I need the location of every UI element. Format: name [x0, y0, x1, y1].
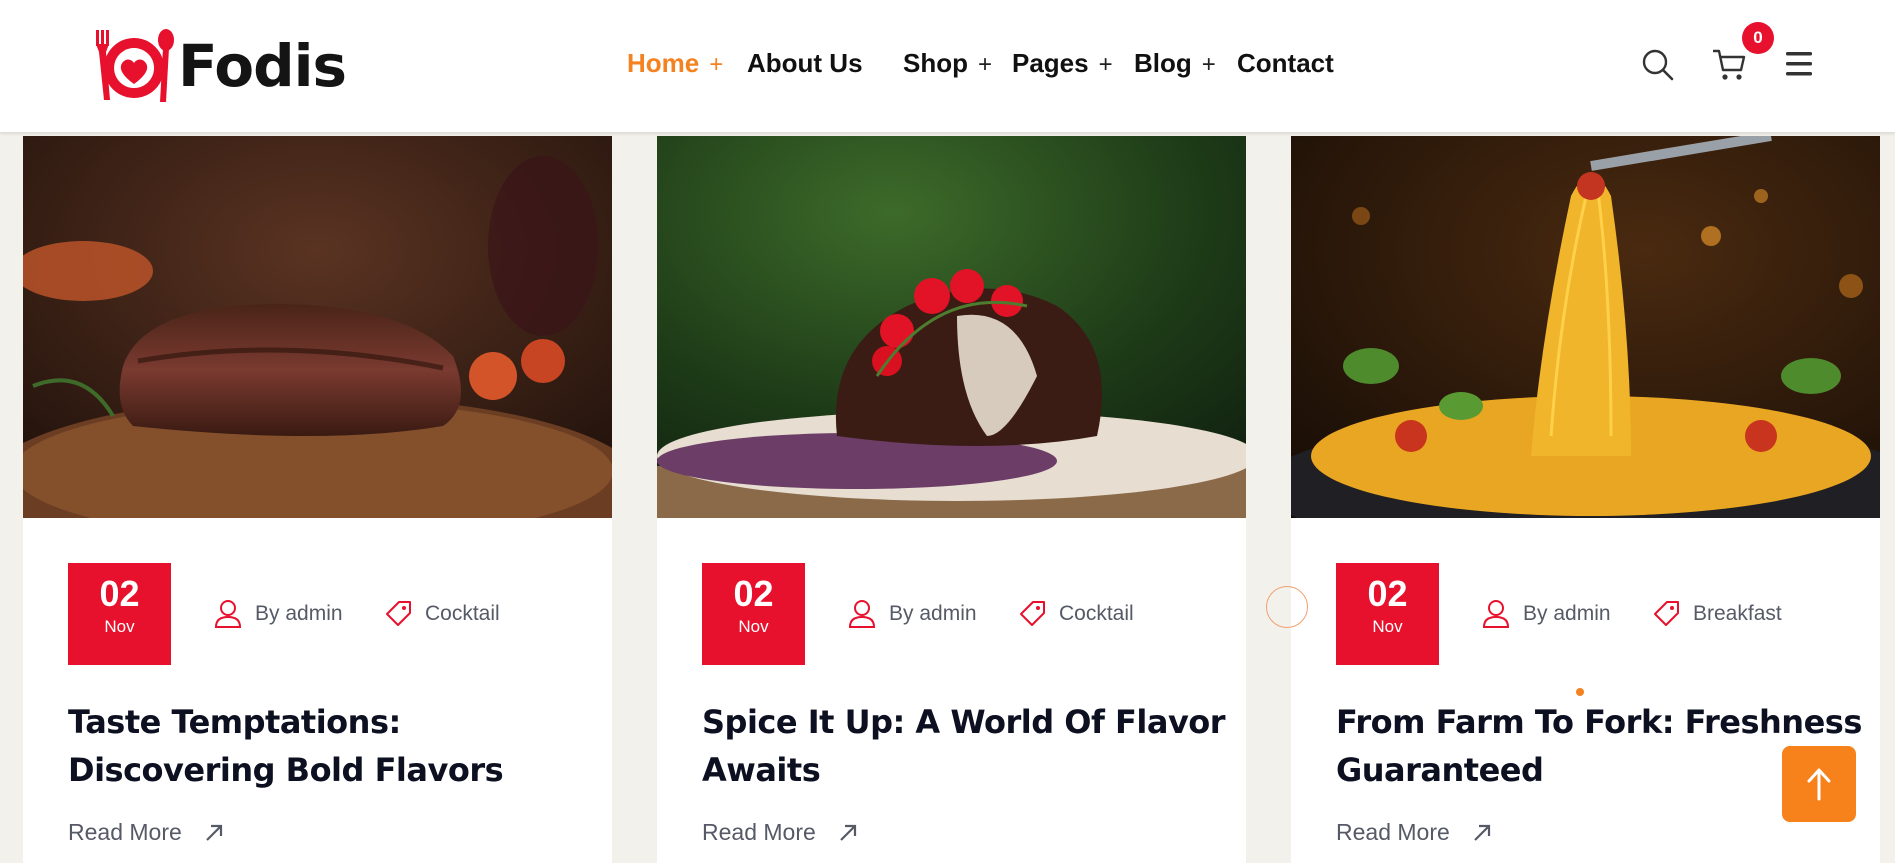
read-more-link[interactable]: Read More — [1336, 819, 1492, 846]
post-category[interactable]: Cocktail — [383, 598, 500, 630]
arrow-up-right-icon — [840, 824, 856, 841]
post-author[interactable]: By admin — [847, 598, 977, 630]
post-image[interactable] — [23, 136, 612, 518]
scroll-to-top-button[interactable] — [1782, 746, 1856, 822]
nav-contact[interactable]: Contact — [1237, 48, 1334, 79]
read-more-label: Read More — [1336, 819, 1450, 845]
post-author-label: By admin — [255, 602, 343, 625]
nav-home-label: Home — [627, 48, 700, 78]
user-icon — [214, 600, 242, 628]
logo-text: Fodis — [178, 32, 347, 100]
tag-icon — [386, 601, 411, 626]
nav-blog-label: Blog — [1134, 48, 1192, 78]
nav-pages[interactable]: Pages + — [1012, 48, 1113, 79]
post-title[interactable]: Taste Temptations: Discovering Bold Flav… — [68, 698, 608, 794]
post-category[interactable]: Breakfast — [1651, 598, 1782, 630]
post-date-day: 02 — [1367, 573, 1408, 614]
post-title[interactable]: Spice It Up: A World Of Flavor Awaits — [702, 698, 1242, 794]
read-more-label: Read More — [702, 819, 816, 845]
post-date-month: Nov — [738, 617, 769, 636]
arrow-up-right-icon — [206, 824, 222, 841]
site-logo[interactable]: Fodis — [90, 26, 347, 106]
nav-about-us[interactable]: About Us — [747, 48, 863, 79]
nav-about-us-label: About Us — [747, 48, 863, 78]
nav-shop-submenu-icon: + — [978, 51, 993, 78]
cart-icon[interactable] — [1711, 48, 1747, 82]
user-icon — [1482, 600, 1510, 628]
nav-pages-label: Pages — [1012, 48, 1089, 78]
post-category-label: Cocktail — [1059, 602, 1134, 625]
post-date-month: Nov — [104, 617, 135, 636]
blog-card: 02 Nov By admin Cocktail Taste Temptatio… — [23, 136, 612, 863]
post-date-badge: 02 Nov — [702, 563, 805, 665]
site-header: Fodis Home + About Us Shop + Pages + Blog + … — [0, 0, 1895, 132]
nav-contact-label: Contact — [1237, 48, 1334, 78]
post-author-label: By admin — [889, 602, 977, 625]
read-more-link[interactable]: Read More — [702, 819, 858, 846]
post-date-badge: 02 Nov — [1336, 563, 1439, 665]
arrow-up-right-icon — [1474, 824, 1490, 841]
nav-home[interactable]: Home + — [627, 48, 723, 79]
tag-icon — [1654, 601, 1679, 626]
nav-blog[interactable]: Blog + — [1134, 48, 1216, 79]
post-date-month: Nov — [1372, 617, 1403, 636]
post-category-label: Breakfast — [1693, 602, 1782, 625]
search-icon[interactable] — [1641, 48, 1675, 82]
cart-count-badge: 0 — [1742, 22, 1774, 54]
post-author-label: By admin — [1523, 602, 1611, 625]
read-more-link[interactable]: Read More — [68, 819, 224, 846]
post-category[interactable]: Cocktail — [1017, 598, 1134, 630]
post-date-day: 02 — [99, 573, 140, 614]
logo-icon — [96, 29, 174, 102]
nav-blog-submenu-icon: + — [1201, 51, 1216, 78]
cursor-dot — [1576, 688, 1584, 696]
nav-pages-submenu-icon: + — [1098, 51, 1113, 78]
post-category-label: Cocktail — [425, 602, 500, 625]
user-icon — [848, 600, 876, 628]
tag-icon — [1020, 601, 1045, 626]
post-author[interactable]: By admin — [213, 598, 343, 630]
read-more-label: Read More — [68, 819, 182, 845]
nav-shop-label: Shop — [903, 48, 968, 78]
nav-home-submenu-icon: + — [709, 51, 724, 78]
blog-card: 02 Nov By admin Cocktail Spice It Up: A … — [657, 136, 1246, 863]
cursor-ring — [1266, 586, 1308, 628]
post-author[interactable]: By admin — [1481, 598, 1611, 630]
post-date-day: 02 — [733, 573, 774, 614]
nav-shop[interactable]: Shop + — [903, 48, 992, 79]
post-image[interactable] — [1291, 136, 1880, 518]
post-date-badge: 02 Nov — [68, 563, 171, 665]
hamburger-menu-icon[interactable] — [1784, 50, 1814, 78]
post-image[interactable] — [657, 136, 1246, 518]
arrow-up-icon — [1807, 768, 1831, 801]
